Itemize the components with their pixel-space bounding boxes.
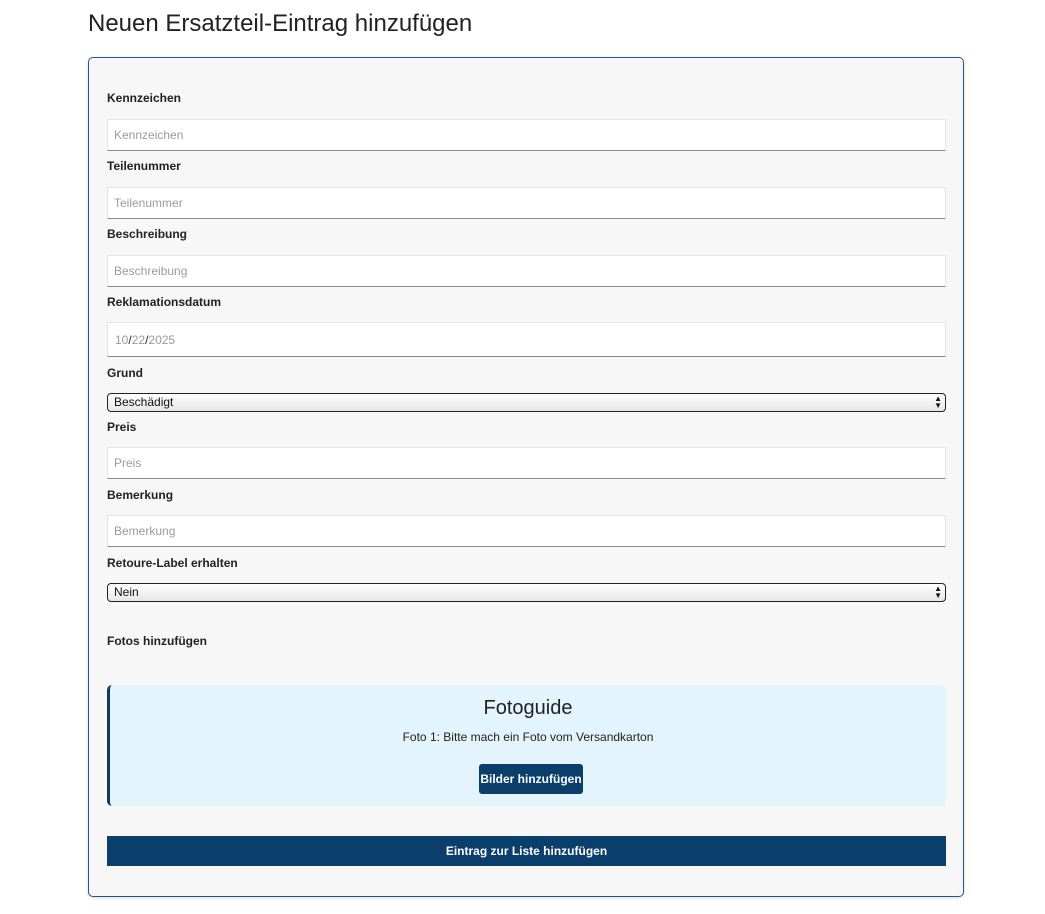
reklamationsdatum-label: Reklamationsdatum (107, 295, 222, 309)
photo-guide-instruction: Foto 1: Bitte mach ein Foto vom Versandk… (402, 730, 654, 744)
date-month[interactable]: 10 (115, 333, 128, 347)
add-entry-button[interactable]: Eintrag zur Liste hinzufügen (107, 836, 946, 866)
preis-label: Preis (107, 420, 137, 434)
kennzeichen-label: Kennzeichen (107, 91, 182, 105)
photo-guide-title: Fotoguide (483, 697, 573, 719)
bemerkung-input[interactable] (107, 515, 946, 547)
grund-select[interactable]: Beschädigt ▲ ▼ (107, 393, 946, 412)
grund-label: Grund (107, 366, 143, 380)
bemerkung-label: Bemerkung (107, 488, 174, 502)
preis-input[interactable] (107, 447, 946, 479)
up-down-chevron-icon: ▲ ▼ (934, 394, 942, 410)
retoure-label-select[interactable]: Nein ▲ ▼ (107, 583, 946, 602)
fotos-label: Fotos hinzufügen (107, 634, 207, 648)
up-down-chevron-icon: ▲ ▼ (934, 584, 942, 600)
beschreibung-label: Beschreibung (107, 227, 188, 241)
teilenummer-label: Teilenummer (107, 159, 181, 173)
kennzeichen-input[interactable] (107, 119, 946, 151)
beschreibung-input[interactable] (107, 255, 946, 287)
photo-guide-panel: Fotoguide Foto 1: Bitte mach ein Foto vo… (107, 685, 946, 806)
grund-selected-value: Beschädigt (114, 395, 174, 409)
date-year[interactable]: 2025 (148, 333, 175, 347)
add-images-button[interactable]: Bilder hinzufügen (479, 764, 583, 794)
retoure-label-selected-value: Nein (114, 585, 139, 599)
retoure-label-label: Retoure-Label erhalten (107, 556, 238, 570)
date-day[interactable]: 22 (132, 333, 145, 347)
teilenummer-input[interactable] (107, 187, 946, 219)
reklamationsdatum-date-input[interactable]: 10/22/2025 (107, 322, 946, 357)
page-title: Neuen Ersatzteil-Eintrag hinzufügen (88, 10, 473, 37)
spare-part-form: Kennzeichen Teilenummer Beschreibung Rek… (88, 57, 964, 897)
